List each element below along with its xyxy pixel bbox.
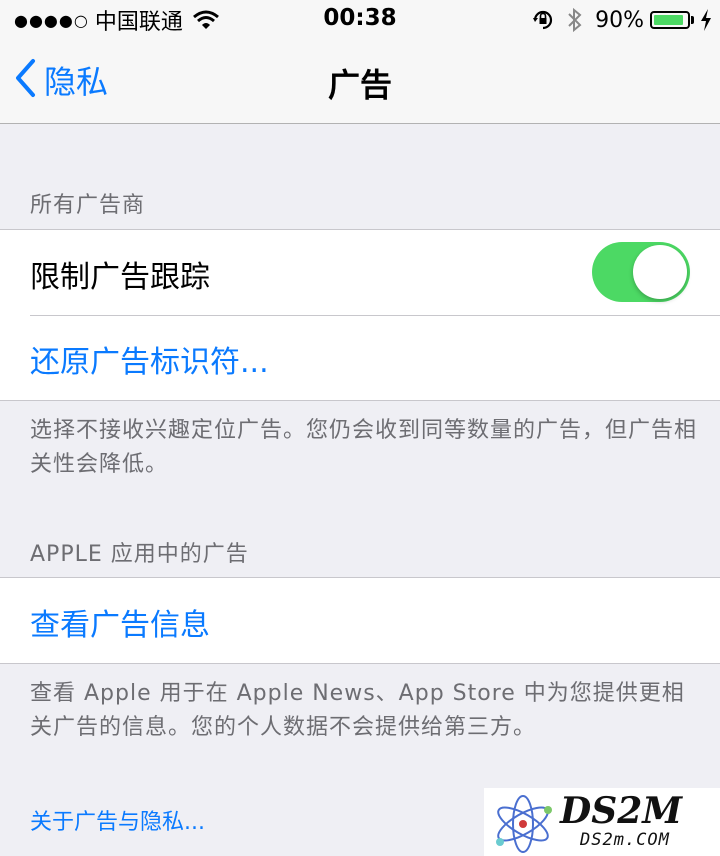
status-bar: ●●●●○ 中国联通 00:38 90%: [0, 0, 720, 40]
limit-ad-tracking-label: 限制广告跟踪: [30, 260, 210, 295]
section-header-apple-apps: APPLE 应用中的广告: [30, 542, 249, 567]
about-ads-privacy-link[interactable]: 关于广告与隐私...: [30, 804, 205, 836]
cell-limit-ad-tracking: 限制广告跟踪: [0, 230, 720, 315]
section-footer-all-advertisers: 选择不接收兴趣定位广告。您仍会收到同等数量的广告，但广告相关性会降低。: [30, 418, 698, 477]
limit-ad-tracking-toggle[interactable]: [592, 242, 690, 302]
settings-group-all-advertisers: 限制广告跟踪 还原广告标识符...: [0, 229, 720, 401]
toggle-knob: [633, 245, 687, 299]
bluetooth-icon: [567, 7, 583, 33]
reset-ad-identifier-label: 还原广告标识符...: [30, 345, 269, 380]
section-header-all-advertisers: 所有广告商: [30, 193, 146, 218]
battery-tip: [691, 16, 694, 24]
charging-bolt-icon: [700, 9, 712, 31]
watermark-logo: DS2M DS2m.COM: [484, 788, 720, 856]
settings-group-apple-apps: 查看广告信息: [0, 577, 720, 664]
battery-level: [654, 15, 683, 25]
orientation-lock-icon: [531, 8, 555, 32]
view-ad-information-label: 查看广告信息: [30, 608, 210, 643]
cell-reset-ad-identifier[interactable]: 还原广告标识符...: [0, 315, 720, 400]
battery-icon: [650, 11, 690, 29]
battery-percent: 90%: [595, 7, 644, 33]
section-footer-apple-apps: 查看 Apple 用于在 Apple News、App Store 中为您提供更…: [30, 681, 685, 740]
watermark-domain: DS2m.COM: [580, 830, 670, 850]
watermark-text: DS2M: [560, 790, 683, 832]
atom-logo-icon: [496, 795, 552, 853]
cell-view-ad-information[interactable]: 查看广告信息: [0, 578, 720, 663]
page-title: 广告: [327, 66, 392, 104]
status-right: 90%: [531, 6, 712, 34]
navigation-bar: 隐私 广告: [0, 40, 720, 124]
